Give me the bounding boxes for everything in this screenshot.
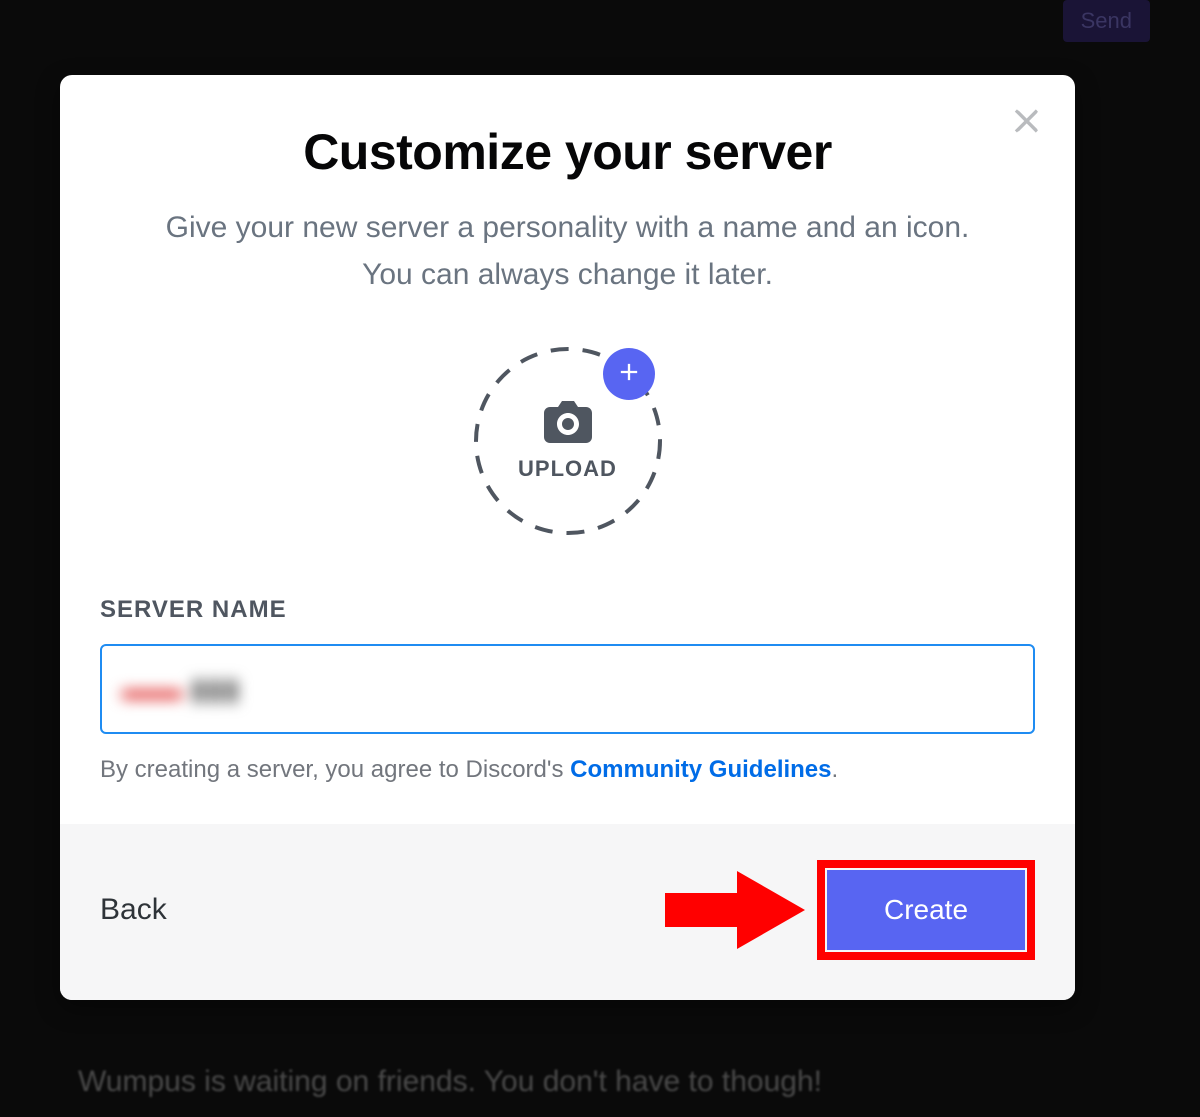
background-send-button: Send — [1063, 0, 1150, 42]
background-hint-text: Wumpus is waiting on friends. You don't … — [78, 1065, 822, 1099]
plus-icon — [615, 358, 643, 391]
create-button[interactable]: Create — [827, 870, 1025, 950]
community-guidelines-link[interactable]: Community Guidelines — [570, 756, 831, 783]
customize-server-modal: Customize your server Give your new serv… — [60, 75, 1075, 1000]
modal-footer: Back Create — [60, 824, 1075, 1000]
server-name-input[interactable]: ▬▬ ▮▮▮ — [100, 644, 1035, 734]
guidelines-suffix: . — [832, 756, 839, 783]
guidelines-text: By creating a server, you agree to Disco… — [100, 756, 1035, 784]
upload-plus-badge — [603, 348, 655, 400]
upload-button[interactable]: UPLOAD — [473, 346, 663, 536]
close-button[interactable] — [1007, 103, 1047, 143]
modal-subtitle: Give your new server a personality with … — [148, 205, 988, 298]
guidelines-prefix: By creating a server, you agree to Disco… — [100, 756, 570, 783]
modal-body: Customize your server Give your new serv… — [60, 75, 1075, 824]
server-name-value-blurred: ▬▬ ▮▮▮ — [122, 672, 240, 707]
back-button[interactable]: Back — [100, 893, 167, 927]
server-name-label: SERVER NAME — [100, 596, 1035, 624]
upload-area: UPLOAD — [100, 346, 1035, 536]
modal-title: Customize your server — [100, 123, 1035, 181]
close-icon — [1009, 103, 1045, 144]
create-button-highlight: Create — [817, 860, 1035, 960]
annotation-arrow-icon — [665, 865, 805, 955]
